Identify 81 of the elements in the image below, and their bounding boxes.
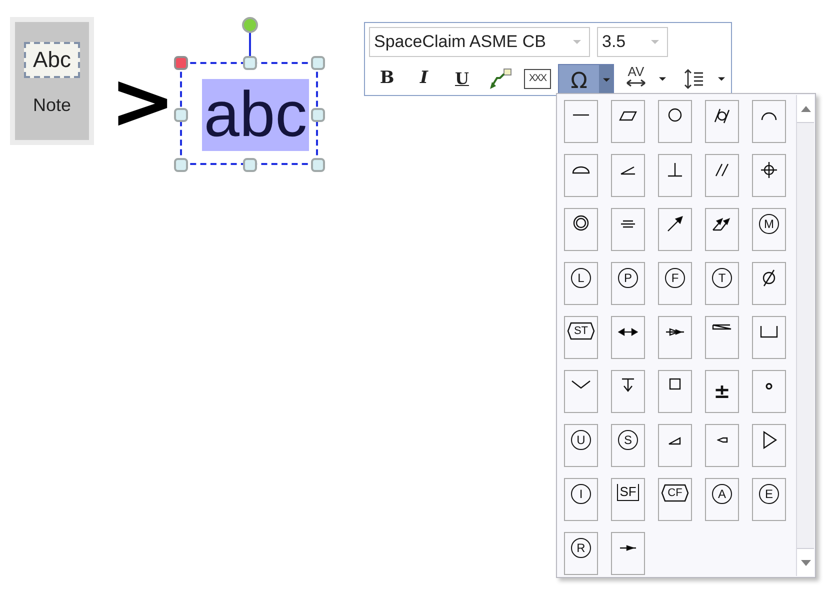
symbol-option[interactable]: ST xyxy=(564,316,598,359)
slope-icon xyxy=(712,324,732,330)
circle-between-slashes-icon xyxy=(712,106,732,126)
symbol-option[interactable] xyxy=(705,208,739,251)
italic-button[interactable]: I xyxy=(412,66,436,92)
spacing-button[interactable]: AV xyxy=(622,65,650,93)
hexagon-icon xyxy=(661,484,689,502)
symbol-option[interactable]: I xyxy=(564,478,598,521)
resize-handle[interactable] xyxy=(311,108,325,122)
resize-handle[interactable] xyxy=(311,158,325,172)
double-arrow-icon xyxy=(624,78,648,88)
note-text[interactable]: abc xyxy=(202,79,309,151)
symbol-option[interactable] xyxy=(611,208,645,251)
bold-button[interactable]: B xyxy=(375,66,399,92)
symbol-option[interactable] xyxy=(611,316,645,359)
symbol-option[interactable]: E xyxy=(752,478,786,521)
hexagon-icon xyxy=(567,322,595,340)
caret-icon xyxy=(602,78,610,82)
resize-handle[interactable] xyxy=(243,158,257,172)
scrollbar[interactable] xyxy=(796,95,814,576)
crosshair-icon xyxy=(759,160,779,180)
symbol-option[interactable] xyxy=(752,316,786,359)
symbol-option[interactable] xyxy=(752,424,786,467)
symbol-option[interactable]: SF xyxy=(611,478,645,521)
symbol-option[interactable]: L xyxy=(564,262,598,305)
symbol-option[interactable]: F xyxy=(658,262,692,305)
symbol-option[interactable] xyxy=(611,100,645,143)
line-spacing-icon xyxy=(683,68,705,90)
caret-icon xyxy=(718,77,724,81)
symbol-option[interactable] xyxy=(658,370,692,413)
greater-than-sign: > xyxy=(110,62,176,142)
font-size: 3.5 xyxy=(602,31,626,54)
caret-icon xyxy=(658,77,666,81)
resize-handle[interactable] xyxy=(174,108,188,122)
resize-handle[interactable] xyxy=(174,158,188,172)
symbol-option[interactable] xyxy=(658,100,692,143)
size-dropdown[interactable]: 3.5 xyxy=(597,27,668,57)
note-label: Note xyxy=(32,94,72,117)
symbol-option[interactable] xyxy=(705,100,739,143)
font-name: SpaceClaim ASME CB xyxy=(374,31,546,54)
symbol-option[interactable]: M xyxy=(752,208,786,251)
leader-arrow-icon xyxy=(488,68,512,90)
symbol-option[interactable] xyxy=(658,316,692,359)
symbol-option[interactable] xyxy=(752,154,786,197)
field-button[interactable]: XXX xyxy=(524,69,551,89)
diagonal-arrow-icon xyxy=(665,214,685,234)
symbol-option[interactable] xyxy=(564,208,598,251)
symbol-option[interactable]: R xyxy=(564,532,598,575)
symbol-option[interactable]: CF xyxy=(658,478,692,521)
symbol-option[interactable]: P xyxy=(611,262,645,305)
symbol-option[interactable]: ° xyxy=(752,370,786,413)
small-wedge-icon xyxy=(716,437,728,443)
caret-icon xyxy=(651,40,659,44)
symbol-option[interactable] xyxy=(564,154,598,197)
rotate-handle[interactable] xyxy=(242,17,258,33)
symbol-option[interactable]: A xyxy=(705,478,739,521)
spacing-label: AV xyxy=(628,65,644,78)
note-icon: Abc xyxy=(24,42,80,78)
symbol-option[interactable]: T xyxy=(705,262,739,305)
line-icon xyxy=(573,114,589,116)
symbol-option[interactable] xyxy=(752,262,786,305)
symbol-option[interactable] xyxy=(658,208,692,251)
caret-icon xyxy=(573,40,581,44)
symbol-option[interactable] xyxy=(611,370,645,413)
symbol-option[interactable]: U xyxy=(564,424,598,467)
up-arrow-icon xyxy=(800,106,810,112)
scroll-up-button[interactable] xyxy=(797,95,814,123)
symbol-option[interactable]: S xyxy=(611,424,645,467)
note-button[interactable]: Abc Note xyxy=(10,17,94,145)
symbol-dropdown-button[interactable] xyxy=(599,65,613,95)
scroll-down-button[interactable] xyxy=(797,548,814,576)
resize-handle[interactable] xyxy=(243,56,257,70)
down-arrow-icon xyxy=(800,560,810,566)
symbol-option[interactable] xyxy=(611,532,645,575)
resize-handle[interactable] xyxy=(311,56,325,70)
font-dropdown[interactable]: SpaceClaim ASME CB xyxy=(369,27,590,57)
resize-handle[interactable] xyxy=(174,56,188,70)
underline-button[interactable]: U xyxy=(450,66,474,92)
symbol-option[interactable]: ± xyxy=(705,370,739,413)
symbol-option[interactable] xyxy=(705,316,739,359)
leader-button[interactable] xyxy=(488,66,513,92)
